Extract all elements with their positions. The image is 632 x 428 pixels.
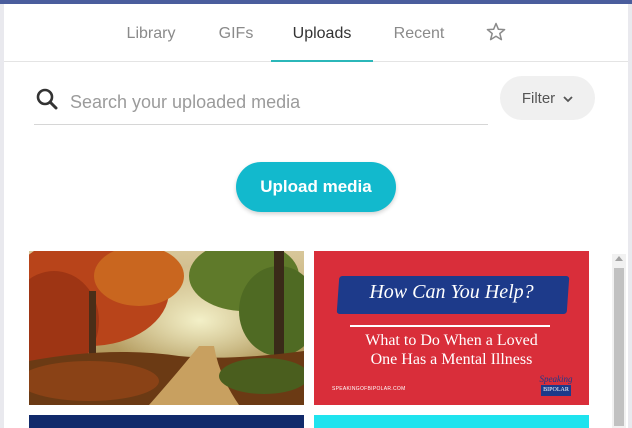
subtitle-text: What to Do When a Loved One Has a Mental…: [334, 331, 569, 369]
media-thumbnail-help-graphic[interactable]: How Can You Help? What to Do When a Love…: [314, 251, 589, 405]
filter-button[interactable]: Filter: [500, 76, 595, 120]
media-thumbnail-cyan[interactable]: [314, 415, 589, 428]
upload-media-button[interactable]: Upload media: [236, 162, 396, 212]
filter-label: Filter: [521, 89, 556, 107]
media-thumbnail-navy[interactable]: [29, 415, 304, 428]
search-input[interactable]: [68, 86, 482, 118]
subtitle-line-2: One Has a Mental Illness: [370, 351, 533, 368]
divider: [350, 325, 550, 327]
site-url: SPEAKINGOFBIPOLAR.COM: [332, 386, 406, 392]
tab-library[interactable]: Library: [113, 4, 189, 61]
logo-bottom: BIPOLAR: [541, 385, 571, 396]
brand-logo: Speaking BIPOLAR: [536, 375, 576, 396]
search-bar: [34, 82, 488, 125]
scroll-thumb[interactable]: [614, 268, 624, 426]
headline-text: How Can You Help?: [369, 281, 534, 303]
star-icon[interactable]: [486, 22, 506, 42]
media-thumbnail-autumn-forest[interactable]: [29, 251, 304, 405]
subtitle-line-1: What to Do When a Loved: [365, 332, 538, 349]
media-panel: Library GIFs Uploads Recent Filter Uploa…: [4, 4, 628, 428]
tab-uploads[interactable]: Uploads: [271, 4, 373, 62]
autumn-forest-image: [29, 251, 304, 405]
scroll-up-arrow-icon[interactable]: [615, 256, 623, 261]
tab-gifs[interactable]: GIFs: [208, 4, 264, 61]
tab-bar: Library GIFs Uploads Recent: [4, 4, 628, 62]
logo-top: Speaking: [539, 374, 573, 384]
scrollbar[interactable]: [612, 254, 626, 428]
tab-recent[interactable]: Recent: [382, 4, 456, 61]
chevron-down-icon: [563, 90, 573, 107]
search-icon: [36, 88, 58, 110]
